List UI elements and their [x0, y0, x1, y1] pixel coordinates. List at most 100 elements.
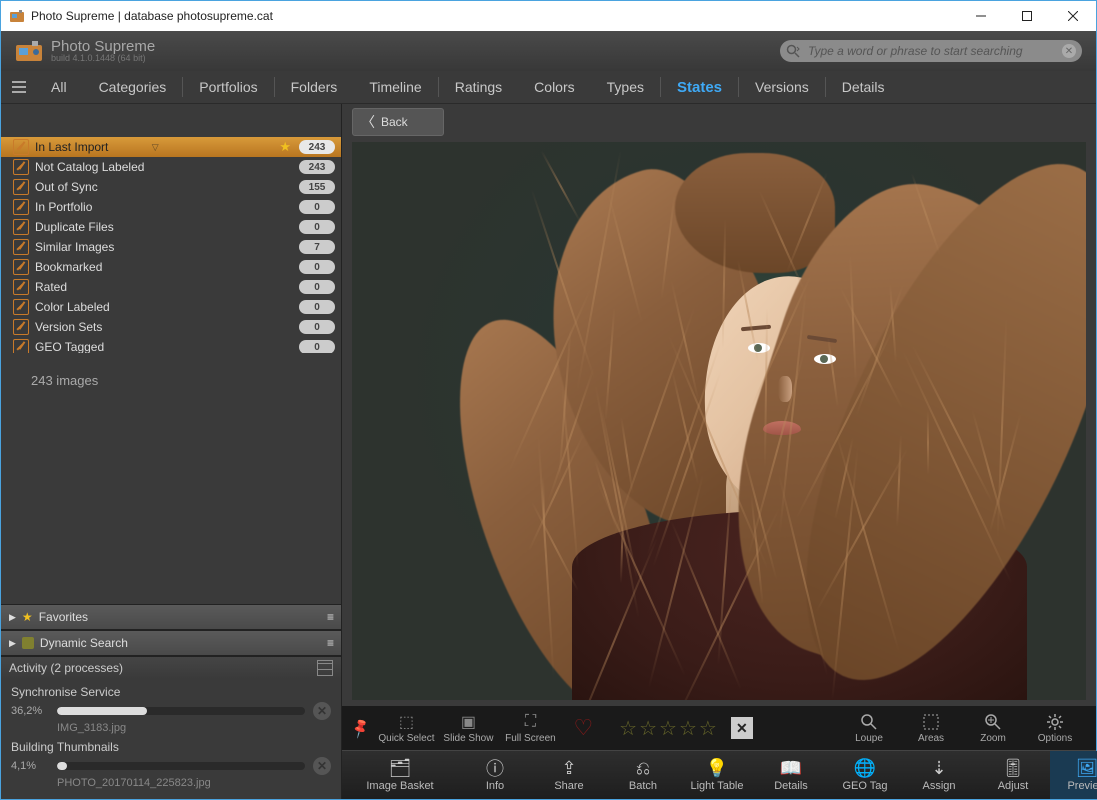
- image-basket-button[interactable]: 🗂 Image Basket: [342, 751, 458, 799]
- info-button[interactable]: ⓘ Info: [458, 751, 532, 799]
- options-button[interactable]: Options: [1024, 708, 1086, 748]
- favorite-heart-icon[interactable]: ♡: [573, 715, 593, 741]
- preview-button[interactable]: 🖼 Preview: [1050, 751, 1097, 799]
- slideshow-button[interactable]: ▣ Slide Show: [437, 708, 499, 748]
- state-item[interactable]: Version Sets0: [1, 317, 341, 337]
- fullscreen-button[interactable]: ⛶ Full Screen: [499, 708, 561, 748]
- chevron-down-icon: ▽: [152, 142, 159, 153]
- count-badge: 0: [299, 340, 335, 353]
- star-icon[interactable]: ☆: [639, 716, 657, 741]
- clear-rating-button[interactable]: ✕: [731, 717, 753, 739]
- star-icon: ★: [279, 139, 291, 155]
- geo-tag-button[interactable]: 🌐 GEO Tag: [828, 751, 902, 799]
- minimize-button[interactable]: [958, 1, 1004, 31]
- panel-menu-icon[interactable]: ≡: [327, 636, 333, 650]
- count-badge: 155: [299, 180, 335, 194]
- state-item[interactable]: Duplicate Files0: [1, 217, 341, 237]
- state-item[interactable]: In Portfolio0: [1, 197, 341, 217]
- light-table-button[interactable]: 💡 Light Table: [680, 751, 754, 799]
- details-icon: 📖: [780, 758, 802, 778]
- count-badge: 7: [299, 240, 335, 254]
- star-icon[interactable]: ☆: [679, 716, 697, 741]
- back-button[interactable]: 〈 Back: [352, 108, 444, 136]
- search-input[interactable]: [806, 43, 1056, 59]
- nav-tab-versions[interactable]: Versions: [739, 71, 825, 103]
- star-icon[interactable]: ☆: [619, 716, 637, 741]
- activity-title: Activity (2 processes): [9, 661, 123, 675]
- nav-tab-folders[interactable]: Folders: [275, 71, 354, 103]
- state-item[interactable]: Not Catalog Labeled 243: [1, 157, 341, 177]
- fullscreen-icon: ⛶: [525, 713, 536, 731]
- loupe-button[interactable]: Loupe: [838, 708, 900, 748]
- cancel-task-button[interactable]: ✕: [313, 702, 331, 720]
- panel-menu-icon[interactable]: ≡: [327, 610, 333, 624]
- rating-stars[interactable]: ☆ ☆ ☆ ☆ ☆: [619, 716, 717, 741]
- state-item[interactable]: Out of Sync155: [1, 177, 341, 197]
- count-badge: 0: [299, 300, 335, 314]
- maximize-button[interactable]: [1004, 1, 1050, 31]
- state-check-icon: [13, 179, 29, 195]
- star-icon[interactable]: ☆: [659, 716, 677, 741]
- state-item[interactable]: GEO Tagged 0: [1, 337, 341, 353]
- state-summary: 243 images: [1, 353, 341, 388]
- dynamic-search-panel-header[interactable]: ▶ Dynamic Search ≡: [1, 630, 341, 656]
- state-check-icon: [13, 199, 29, 215]
- task-name: Synchronise Service: [11, 685, 331, 699]
- nav-tab-states[interactable]: States: [661, 71, 738, 103]
- favorites-panel-header[interactable]: ▶ ★ Favorites ≡: [1, 604, 341, 630]
- quick-select-button[interactable]: ⬚ Quick Select: [375, 708, 437, 748]
- main-area: 〈 Back: [342, 104, 1096, 799]
- activity-header[interactable]: Activity (2 processes): [1, 656, 341, 679]
- state-label: In Portfolio: [35, 200, 161, 214]
- nav-tab-timeline[interactable]: Timeline: [353, 71, 437, 103]
- nav-tab-categories[interactable]: Categories: [83, 71, 183, 103]
- hamburger-menu[interactable]: [7, 81, 31, 93]
- nav-tab-ratings[interactable]: Ratings: [439, 71, 518, 103]
- adjust-button[interactable]: 🎚 Adjust: [976, 751, 1050, 799]
- nav-tab-colors[interactable]: Colors: [518, 71, 590, 103]
- count-badge: 0: [299, 280, 335, 294]
- state-item[interactable]: In Last Import▽★243: [1, 137, 341, 157]
- share-button[interactable]: ⇪ Share: [532, 751, 606, 799]
- state-label: Not Catalog Labeled: [35, 160, 161, 174]
- search-box[interactable]: ✕: [780, 40, 1082, 62]
- star-icon: ★: [22, 610, 33, 624]
- nav-tab-details[interactable]: Details: [826, 71, 901, 103]
- pin-icon[interactable]: 📌: [349, 716, 373, 739]
- state-check-icon: [13, 239, 29, 255]
- nav-tab-all[interactable]: All: [35, 71, 83, 103]
- cancel-task-button[interactable]: ✕: [313, 757, 331, 775]
- nav-tab-types[interactable]: Types: [591, 71, 660, 103]
- state-item[interactable]: Bookmarked0: [1, 257, 341, 277]
- progress-bar: [57, 762, 305, 770]
- nav-tabs: AllCategoriesPortfoliosFoldersTimelineRa…: [1, 71, 1096, 104]
- star-icon[interactable]: ☆: [699, 716, 717, 741]
- state-check-icon: [13, 319, 29, 335]
- assign-button[interactable]: ⇣ Assign: [902, 751, 976, 799]
- areas-button[interactable]: Areas: [900, 708, 962, 748]
- close-button[interactable]: [1050, 1, 1096, 31]
- state-label: Bookmarked: [35, 260, 161, 274]
- titlebar: Photo Supreme | database photosupreme.ca…: [1, 1, 1096, 31]
- state-label: GEO Tagged: [35, 340, 161, 353]
- state-item[interactable]: Rated0: [1, 277, 341, 297]
- zoom-button[interactable]: Zoom: [962, 708, 1024, 748]
- brand-version: build 4.1.0.1448 (64 bit): [51, 54, 155, 63]
- activity-task: Synchronise Service36,2%✕IMG_3183.jpg: [1, 683, 341, 738]
- state-item[interactable]: Color Labeled 0: [1, 297, 341, 317]
- app-icon: [9, 8, 25, 24]
- batch-button[interactable]: ⎌ Batch: [606, 751, 680, 799]
- details-button[interactable]: 📖 Details: [754, 751, 828, 799]
- back-label: Back: [381, 115, 408, 129]
- areas-icon: [922, 713, 940, 731]
- state-label: Color Labeled: [35, 300, 161, 314]
- task-file: IMG_3183.jpg: [11, 722, 331, 734]
- count-badge: 243: [299, 160, 335, 174]
- clear-search-icon[interactable]: ✕: [1062, 44, 1076, 58]
- image-viewer[interactable]: [352, 142, 1086, 700]
- activity-stop-all-icon[interactable]: [317, 660, 333, 676]
- state-item[interactable]: Similar Images7: [1, 237, 341, 257]
- nav-tab-portfolios[interactable]: Portfolios: [183, 71, 273, 103]
- bottom-toolbar: 🗂 Image Basket ⓘ Info ⇪ Share ⎌ Batch: [342, 750, 1096, 799]
- state-list: In Last Import▽★243Not Catalog Labeled24…: [1, 137, 341, 353]
